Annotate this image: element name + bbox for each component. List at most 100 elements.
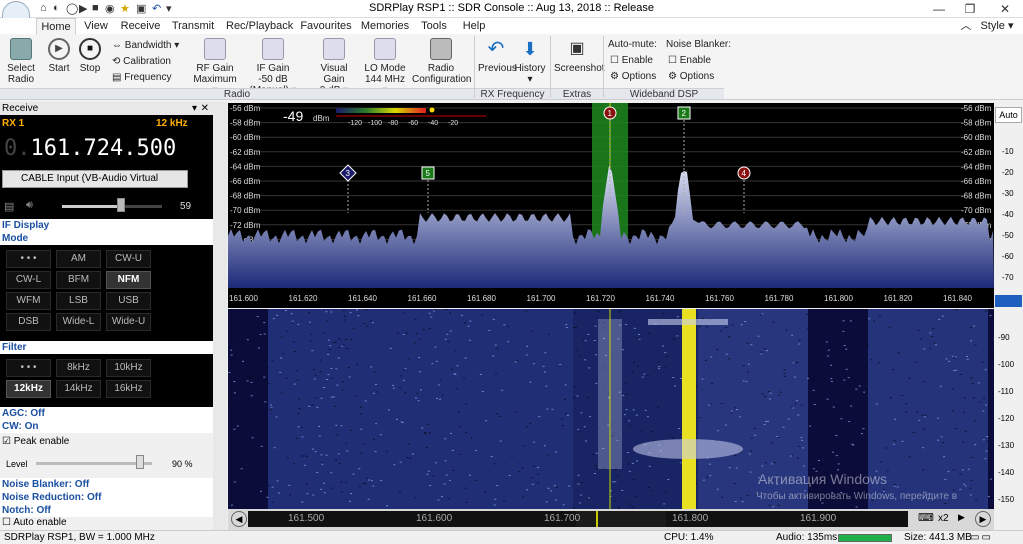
filter-button-10khz[interactable]: 10kHz [106, 359, 151, 377]
tab-favourites[interactable]: Favourites [296, 18, 356, 34]
scale-handle[interactable] [995, 295, 1022, 307]
automute-enable-checkbox[interactable]: ☐ Enable [610, 55, 653, 66]
waterfall-display[interactable]: Активация Windows Чтобы активировать Win… [228, 309, 994, 509]
mode-button-dsb[interactable]: DSB [6, 313, 51, 331]
tab-receive[interactable]: Receive [118, 18, 163, 34]
level-slider-thumb[interactable] [136, 455, 145, 469]
tab-home[interactable]: Home [36, 18, 76, 34]
nb-options-button[interactable]: ⚙ Options [668, 71, 714, 82]
waterfall-noise [272, 318, 275, 320]
close-icon[interactable]: ✕ [990, 0, 1020, 18]
frequency-button[interactable]: ▤ Frequency [112, 72, 184, 83]
filter-button-8khz[interactable]: 8kHz [56, 359, 101, 377]
waterfall-noise [667, 479, 670, 480]
tab-transmit[interactable]: Transmit [170, 18, 216, 34]
stop-button[interactable]: ■ Stop [76, 38, 104, 74]
waterfall-noise [298, 398, 301, 400]
auto-scale-button[interactable]: Auto [995, 107, 1022, 123]
waterfall-noise [404, 368, 407, 370]
zoom-value[interactable]: x2 [938, 513, 949, 524]
chevron-up-icon[interactable]: ︿ [960, 18, 972, 34]
audio-input-select[interactable]: CABLE Input (VB-Audio Virtual Cable) ▾ [2, 170, 188, 200]
waterfall-noise [496, 348, 499, 350]
mode-button-nfm[interactable]: NFM [106, 271, 151, 289]
cw-header[interactable]: CW: On [0, 420, 213, 433]
radio-configuration-button[interactable]: Radio Configuration [412, 38, 471, 85]
filter-button-14khz[interactable]: 14kHz [56, 380, 101, 398]
auto-enable-checkbox[interactable]: ☐ Auto enable [0, 517, 213, 530]
waterfall-noise [794, 376, 796, 378]
volume-slider-thumb[interactable] [117, 198, 125, 212]
waterfall-noise [833, 450, 836, 452]
nb-enable-checkbox[interactable]: ☐ Enable [668, 55, 711, 66]
agc-header[interactable]: AGC: Off [0, 407, 213, 420]
filter-button-16khz[interactable]: 16kHz [106, 380, 151, 398]
previous-button[interactable]: ↶ Previous [478, 38, 517, 74]
scroll-left-icon[interactable]: ◀ [231, 511, 247, 527]
waterfall-noise [797, 414, 800, 416]
close-icon[interactable]: ✕ [201, 102, 209, 115]
keyboard-icon[interactable]: ⌨ [918, 511, 936, 527]
mode-button-usb[interactable]: USB [106, 292, 151, 310]
filter-button-more[interactable]: • • • [6, 359, 51, 377]
start-button[interactable]: ▶ Start [44, 38, 74, 74]
filter-button-12khz[interactable]: 12kHz [6, 380, 51, 398]
mode-button-bfm[interactable]: BFM [56, 271, 101, 289]
mode-button-cwl[interactable]: CW-L [6, 271, 51, 289]
tab-memories[interactable]: Memories [360, 18, 410, 34]
automute-options-button[interactable]: ⚙ Options [610, 71, 656, 82]
mode-button-wfm[interactable]: WFM [6, 292, 51, 310]
spectrum-display[interactable]: -56 dBm -56 dBm -58 dBm -58 dBm -60 dBm -60 d… [228, 103, 994, 308]
screenshot-button[interactable]: ▣ Screenshot [554, 38, 605, 74]
waterfall-noise [418, 357, 420, 359]
mode-button-am[interactable]: AM [56, 250, 101, 268]
volume-slider-track[interactable] [62, 205, 162, 208]
noise-reduction-header[interactable]: Noise Reduction: Off [0, 491, 213, 504]
filter-header[interactable]: Filter [0, 341, 213, 354]
calibration-button[interactable]: ⟲ Calibration [112, 56, 184, 67]
history-button[interactable]: ⬇ History ▾ [514, 38, 546, 85]
waterfall-noise [447, 498, 450, 500]
mode-button-wideu[interactable]: Wide-U [106, 313, 151, 331]
peak-enable-checkbox[interactable]: ☑ Peak enable [2, 436, 69, 447]
mode-button-[interactable]: • • • [6, 250, 51, 268]
tab-tools[interactable]: Tools [418, 18, 450, 34]
waterfall-noise [674, 385, 677, 387]
restore-icon[interactable]: ❐ [955, 0, 985, 18]
mode-button-cwu[interactable]: CW-U [106, 250, 151, 268]
view-window[interactable] [576, 511, 666, 527]
select-radio-button[interactable]: Select Radio [4, 38, 38, 85]
spectrum-icon[interactable]: ▤ [4, 200, 14, 213]
waterfall-noise [285, 377, 288, 379]
waterfall-noise [248, 399, 251, 401]
mode-header[interactable]: Mode [0, 232, 213, 245]
tab-view[interactable]: View [80, 18, 112, 34]
notch-header[interactable]: Notch: Off [0, 504, 213, 517]
level-slider-track[interactable] [36, 462, 152, 465]
waterfall-band [573, 309, 698, 509]
tab-help[interactable]: Help [458, 18, 490, 34]
tab-rec-playback[interactable]: Rec/Playback [226, 18, 293, 34]
minimize-icon[interactable]: — [924, 0, 954, 18]
waterfall-noise [628, 420, 631, 422]
speaker-icon[interactable]: 🔊︎ [26, 199, 33, 212]
bandwidth-button[interactable]: ⇔ Bandwidth ▾ [112, 40, 184, 51]
group-label-extras: Extras [551, 88, 603, 100]
frequency-display[interactable]: 0.161.724.500 [4, 136, 176, 161]
waterfall-noise [763, 424, 766, 425]
left-panel-scrollbar[interactable] [213, 102, 227, 530]
style-menu[interactable]: Style ▾ [972, 18, 1022, 34]
noise-blanker-header[interactable]: Noise Blanker: Off [0, 478, 213, 491]
waterfall-noise [245, 503, 248, 504]
zoom-next-icon[interactable]: ▶ [958, 512, 965, 523]
waterfall-noise [286, 457, 289, 459]
pin-icon[interactable]: ▾ [192, 102, 197, 115]
waterfall-noise [985, 404, 988, 406]
frequency-overview[interactable]: 161.500 161.600 161.700 161.800 161.900 [248, 511, 908, 527]
if-display-header[interactable]: IF Display [0, 219, 213, 232]
waterfall-noise [875, 403, 878, 405]
scroll-right-icon[interactable]: ▶ [975, 511, 991, 527]
mode-button-widel[interactable]: Wide-L [56, 313, 101, 331]
waterfall-noise [827, 355, 830, 357]
mode-button-lsb[interactable]: LSB [56, 292, 101, 310]
